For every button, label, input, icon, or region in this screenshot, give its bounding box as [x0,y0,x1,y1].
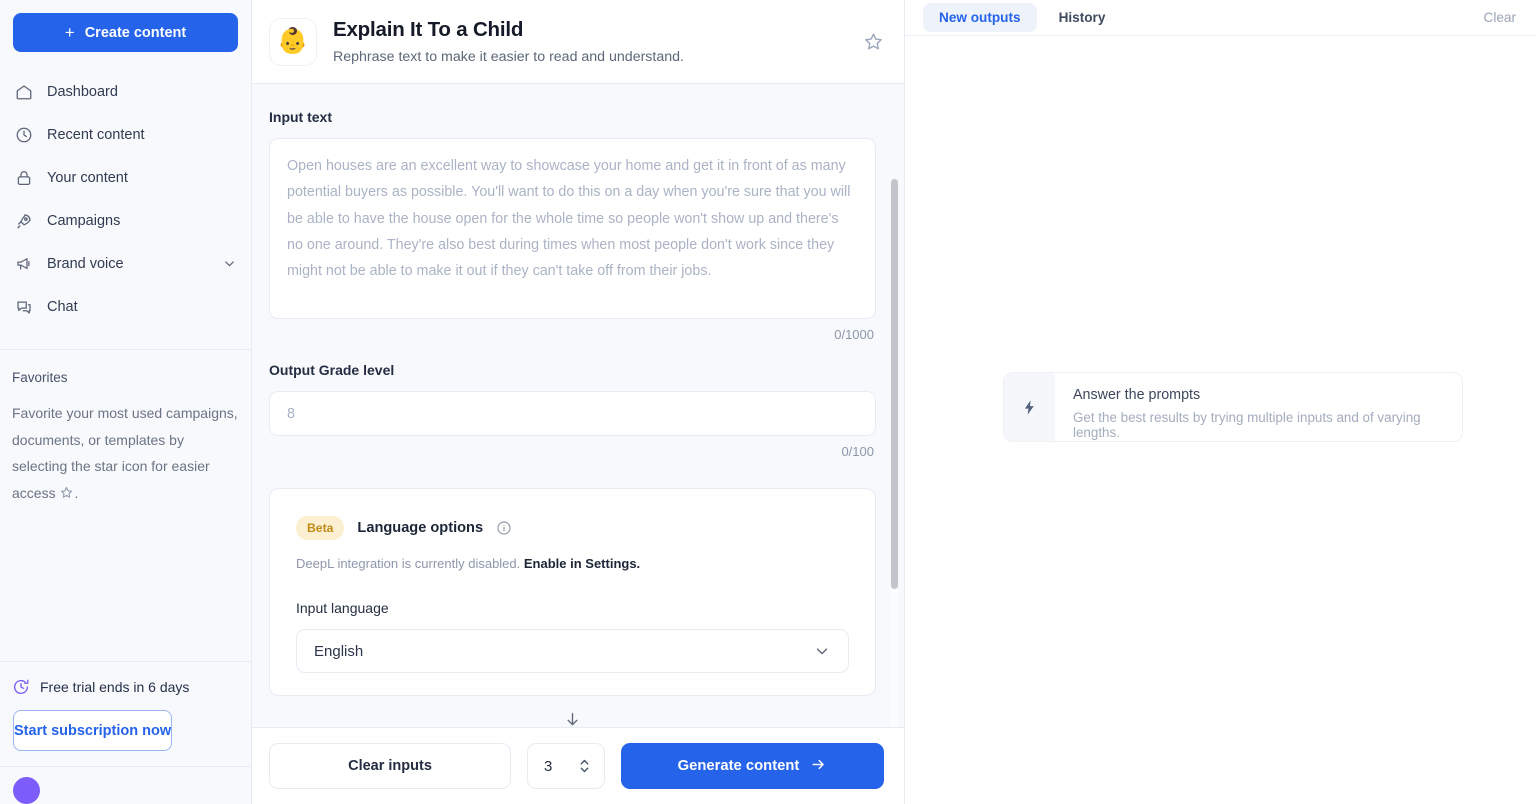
deepl-status-note: DeepL integration is currently disabled.… [296,556,849,571]
favorites-description-text: Favorite your most used campaigns, docum… [12,405,238,501]
star-outline-icon[interactable] [863,31,884,52]
form-scrollbar[interactable] [891,179,898,727]
arrow-right-icon [810,756,827,777]
output-tabs: New outputs History Clear [905,0,1536,36]
generate-content-label: Generate content [677,758,800,774]
sidebar-item-label: Your content [47,169,128,186]
tab-history[interactable]: History [1043,3,1122,32]
sidebar-item-label: Campaigns [47,212,121,229]
language-options-header: Beta Language options [296,516,849,540]
clock-icon [14,125,34,145]
user-divider [0,766,251,767]
input-text-counter: 0/1000 [834,327,874,342]
star-outline-icon [59,482,74,509]
clock-arrow-icon [12,678,30,696]
clear-outputs-link[interactable]: Clear [1484,10,1516,25]
trial-label: Free trial ends in 6 days [40,679,190,695]
chevron-down-icon [813,642,831,660]
input-language-value: English [314,642,364,660]
stepper-arrows-icon[interactable] [578,756,591,776]
input-text-label: Input text [269,109,332,125]
output-count-value: 3 [544,757,553,775]
megaphone-icon [14,254,34,274]
input-text-field: Input text Open houses are an excellent … [269,84,876,342]
output-body: Answer the prompts Get the best results … [905,36,1536,804]
sidebar-item-brand-voice[interactable]: Brand voice [0,242,251,285]
sidebar: + Create content Dashboard Recent conten… [0,0,252,804]
template-heading-group: Explain It To a Child Rephrase text to m… [333,18,847,65]
input-language-select[interactable]: English [296,629,849,673]
form-action-bar: Clear inputs 3 Generate content [252,727,904,804]
tip-subtitle: Get the best results by trying multiple … [1073,410,1421,440]
template-header: 👶 Explain It To a Child Rephrase text to… [252,0,904,84]
home-icon [14,82,34,102]
info-circle-icon[interactable] [496,520,512,536]
create-content-label: Create content [84,24,187,41]
sidebar-nav: Dashboard Recent content Your content Ca… [0,70,251,328]
sidebar-item-label: Recent content [47,126,145,143]
grade-level-label: Output Grade level [269,362,395,378]
sidebar-item-campaigns[interactable]: Campaigns [0,199,251,242]
sidebar-item-your-content[interactable]: Your content [0,156,251,199]
language-options-title: Language options [357,520,484,536]
lock-icon [14,168,34,188]
sidebar-item-label: Brand voice [47,255,124,272]
language-options-card: Beta Language options DeepL integration … [269,488,876,696]
page-subtitle: Rephrase text to make it easier to read … [333,49,684,65]
tip-card: Answer the prompts Get the best results … [1003,372,1463,442]
tip-text-group: Answer the prompts Get the best results … [1055,373,1462,441]
scrollbar-thumb[interactable] [891,179,898,589]
input-language-label: Input language [296,600,389,616]
tab-label: New outputs [939,10,1021,25]
app-root: + Create content Dashboard Recent conten… [0,0,1536,804]
clear-inputs-button[interactable]: Clear inputs [269,743,511,789]
grade-level-counter: 0/100 [841,444,874,459]
baby-emoji-icon: 👶 [269,17,317,66]
trial-status: Free trial ends in 6 days [0,662,251,696]
sidebar-item-dashboard[interactable]: Dashboard [0,70,251,113]
form-scroll-area: Input text Open houses are an excellent … [252,84,904,727]
sidebar-item-chat[interactable]: Chat [0,285,251,328]
rocket-icon [14,211,34,231]
grade-level-input[interactable]: 8 [269,391,876,436]
enable-in-settings-link[interactable]: Enable in Settings. [524,556,640,571]
avatar[interactable] [13,777,40,804]
sidebar-item-recent-content[interactable]: Recent content [0,113,251,156]
tab-label: History [1058,10,1106,25]
grade-level-field: Output Grade level 8 0/100 [269,342,876,459]
start-subscription-label: Start subscription now [14,722,172,739]
lightning-bolt-icon [1004,373,1055,441]
plus-icon: + [64,23,75,42]
chevron-down-icon[interactable] [222,256,237,271]
template-form-panel: 👶 Explain It To a Child Rephrase text to… [252,0,905,804]
favorites-description-period: . [74,484,79,501]
start-subscription-button[interactable]: Start subscription now [13,710,173,751]
deepl-note-text: DeepL integration is currently disabled. [296,556,524,571]
create-content-button[interactable]: + Create content [13,13,238,52]
chat-icon [14,297,34,317]
favorites-description: Favorite your most used campaigns, docum… [12,400,239,508]
output-panel: New outputs History Clear Answer the pro… [905,0,1536,804]
favorites-heading: Favorites [12,370,68,385]
favorites-section: Favorites Favorite your most used campai… [0,350,251,508]
clear-inputs-label: Clear inputs [348,758,432,774]
tip-title: Answer the prompts [1073,387,1201,403]
sidebar-item-label: Dashboard [47,83,118,100]
sidebar-item-label: Chat [47,298,78,315]
page-title: Explain It To a Child [333,18,524,41]
generate-content-button[interactable]: Generate content [621,743,884,789]
output-count-stepper[interactable]: 3 [527,743,605,789]
arrow-down-icon [269,710,876,727]
tab-new-outputs[interactable]: New outputs [923,3,1037,32]
sidebar-footer: Free trial ends in 6 days Start subscrip… [0,661,251,804]
input-text-textarea[interactable]: Open houses are an excellent way to show… [269,138,876,319]
beta-badge: Beta [296,516,345,540]
